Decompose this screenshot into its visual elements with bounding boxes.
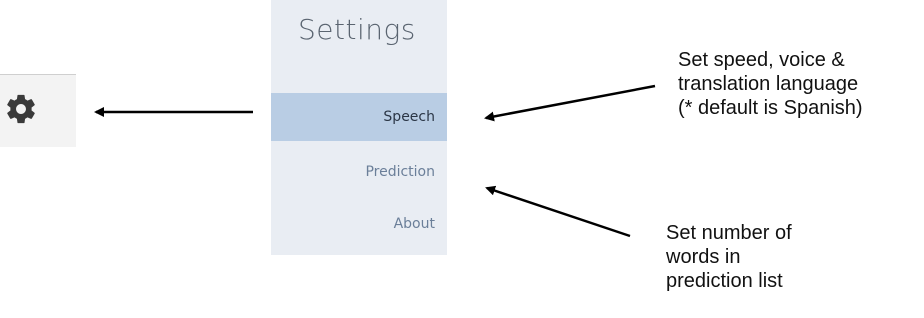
arrow-to-speech (484, 84, 656, 122)
annotation-arrows (94, 84, 656, 238)
arrow-to-prediction (485, 185, 631, 238)
